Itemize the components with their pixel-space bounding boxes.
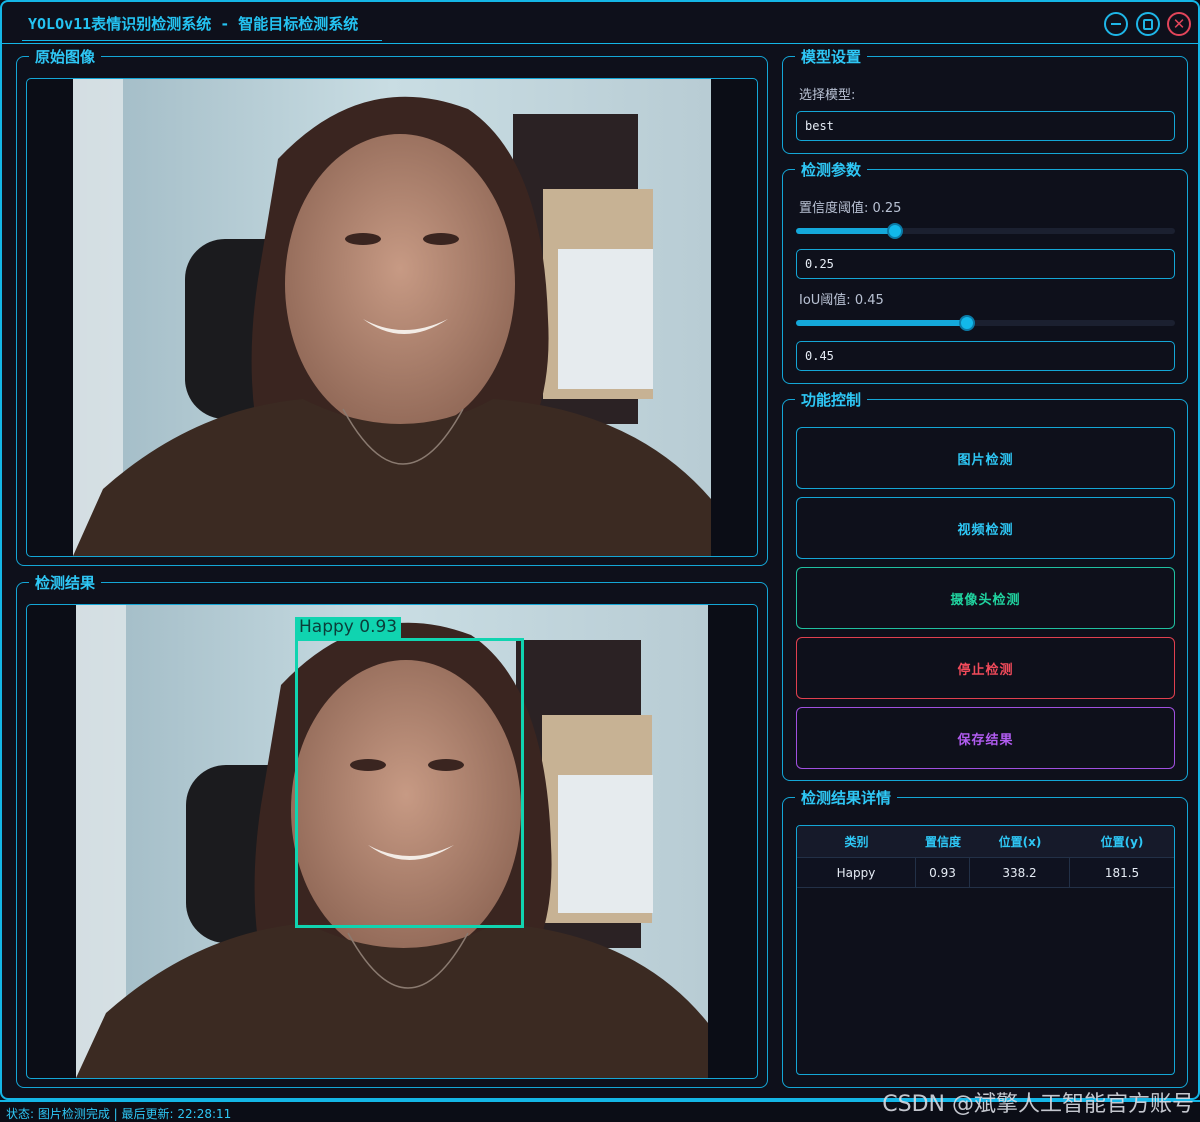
confidence-slider-handle[interactable] [887, 223, 903, 239]
results-table: 类别 置信度 位置(x) 位置(y) Happy 0.93 338.2 181.… [796, 825, 1175, 1075]
original-image-title: 原始图像 [29, 47, 102, 67]
original-image-frame [26, 78, 758, 557]
column-header-confidence[interactable]: 置信度 [916, 826, 970, 858]
maximize-button[interactable] [1136, 12, 1160, 36]
detection-label: Happy 0.93 [295, 617, 402, 638]
model-select-label: 选择模型: [799, 88, 856, 103]
result-image-title: 检测结果 [29, 573, 102, 593]
save-result-button[interactable]: 保存结果 [796, 707, 1175, 769]
close-button[interactable]: ✕ [1167, 12, 1191, 36]
model-settings-title: 模型设置 [795, 47, 868, 67]
status-text: 状态: 图片检测完成 | 最后更新: 22:28:11 [6, 1107, 232, 1121]
video-detect-button[interactable]: 视频检测 [796, 497, 1175, 559]
iou-input[interactable]: 0.45 [796, 341, 1175, 371]
confidence-input[interactable]: 0.25 [796, 249, 1175, 279]
title-bar: YOLOv11表情识别检测系统 - 智能目标检测系统 ✕ [2, 2, 1198, 44]
table-header: 类别 置信度 位置(x) 位置(y) [797, 826, 1174, 858]
iou-slider-fill [796, 320, 967, 326]
iou-label: IoU阈值: 0.45 [799, 293, 884, 308]
window-title: YOLOv11表情识别检测系统 - 智能目标检测系统 [28, 15, 359, 33]
confidence-slider-fill [796, 228, 895, 234]
watermark: CSDN @斌擎人工智能官方账号 [882, 1092, 1194, 1117]
maximize-icon [1143, 18, 1153, 30]
original-image [73, 79, 711, 556]
image-detect-button[interactable]: 图片检测 [796, 427, 1175, 489]
minimize-button[interactable] [1104, 12, 1128, 36]
column-header-class[interactable]: 类别 [797, 826, 916, 858]
cell-x: 338.2 [970, 858, 1070, 888]
original-image-panel: 原始图像 [16, 47, 768, 566]
table-row[interactable]: Happy 0.93 338.2 181.5 [797, 858, 1174, 888]
model-select[interactable]: best [796, 111, 1175, 141]
cell-confidence: 0.93 [916, 858, 970, 888]
function-control-title: 功能控制 [795, 390, 868, 410]
close-icon: ✕ [1172, 14, 1186, 33]
result-image-frame: Happy 0.93 [26, 604, 758, 1079]
detection-params-title: 检测参数 [795, 160, 868, 180]
camera-detect-button[interactable]: 摄像头检测 [796, 567, 1175, 629]
result-image-panel: 检测结果 Happy 0.93 [16, 573, 768, 1088]
result-image: Happy 0.93 [76, 605, 708, 1078]
minimize-icon [1111, 23, 1121, 25]
iou-slider-handle[interactable] [959, 315, 975, 331]
detection-box: Happy 0.93 [295, 617, 524, 928]
column-header-x[interactable]: 位置(x) [970, 826, 1070, 858]
app-window: YOLOv11表情识别检测系统 - 智能目标检测系统 ✕ 原始图像 检测结果 H… [0, 0, 1200, 1100]
title-underline [22, 40, 382, 41]
cell-class: Happy [797, 858, 916, 888]
column-header-y[interactable]: 位置(y) [1070, 826, 1174, 858]
stop-detect-button[interactable]: 停止检测 [796, 637, 1175, 699]
cell-y: 181.5 [1104, 866, 1140, 880]
confidence-label: 置信度阈值: 0.25 [799, 201, 902, 216]
result-details-title: 检测结果详情 [795, 788, 898, 808]
